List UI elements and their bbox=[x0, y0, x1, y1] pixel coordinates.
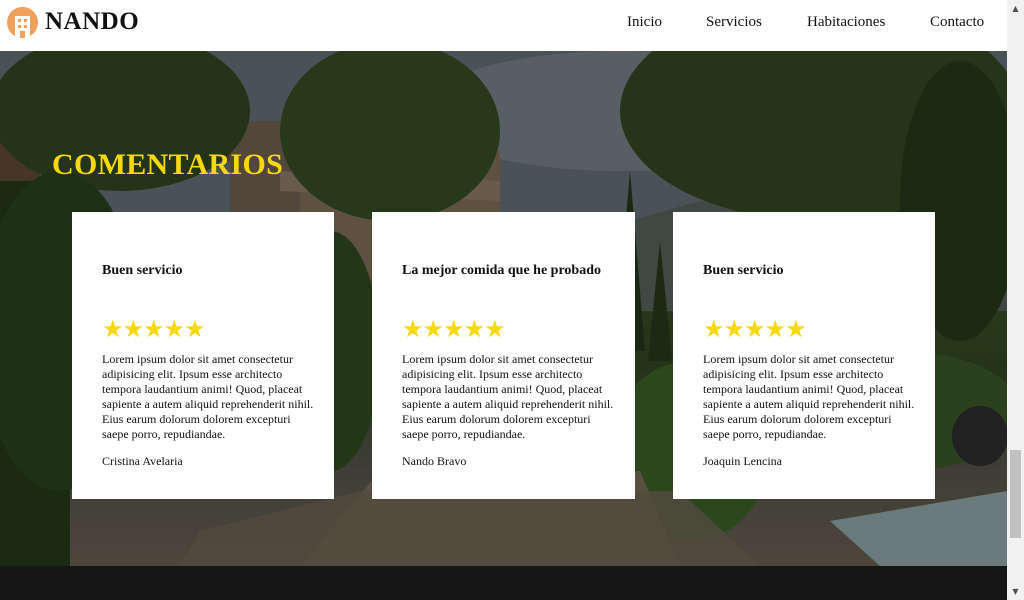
nav-servicios[interactable]: Servicios bbox=[706, 14, 762, 31]
comment-text: Lorem ipsum dolor sit amet consectetur a… bbox=[402, 352, 614, 441]
brand-name[interactable]: NANDO bbox=[45, 8, 139, 36]
comments-section: COMENTARIOS Buen servicio ★★★★★ Lorem ip… bbox=[0, 51, 1007, 566]
comment-title: La mejor comida que he probado bbox=[402, 263, 601, 278]
star-rating: ★★★★★ bbox=[102, 315, 206, 343]
comment-title: Buen servicio bbox=[102, 263, 183, 278]
scroll-down-arrow-icon[interactable]: ▼ bbox=[1007, 583, 1024, 600]
scroll-up-arrow-icon[interactable]: ▲ bbox=[1007, 0, 1024, 17]
comment-text: Lorem ipsum dolor sit amet consectetur a… bbox=[102, 352, 314, 441]
scrollbar-thumb[interactable] bbox=[1010, 450, 1021, 538]
comment-card: La mejor comida que he probado ★★★★★ Lor… bbox=[372, 212, 635, 499]
page-scrollbar[interactable]: ▲ ▼ bbox=[1007, 0, 1024, 600]
nav-habitaciones[interactable]: Habitaciones bbox=[807, 14, 885, 31]
comment-text: Lorem ipsum dolor sit amet consectetur a… bbox=[703, 352, 915, 441]
section-title: COMENTARIOS bbox=[52, 148, 284, 181]
star-rating: ★★★★★ bbox=[402, 315, 506, 343]
comment-card: Buen servicio ★★★★★ Lorem ipsum dolor si… bbox=[72, 212, 334, 499]
hotel-building-icon[interactable] bbox=[7, 7, 38, 38]
footer bbox=[0, 566, 1007, 600]
comment-card: Buen servicio ★★★★★ Lorem ipsum dolor si… bbox=[673, 212, 935, 499]
comment-author: Nando Bravo bbox=[402, 454, 467, 468]
nav-inicio[interactable]: Inicio bbox=[627, 14, 662, 31]
comment-author: Joaquin Lencina bbox=[703, 454, 782, 468]
comment-author: Cristina Avelaria bbox=[102, 454, 183, 468]
comment-title: Buen servicio bbox=[703, 263, 784, 278]
nav-contacto[interactable]: Contacto bbox=[930, 14, 984, 31]
star-rating: ★★★★★ bbox=[703, 315, 807, 343]
site-header: NANDO Inicio Servicios Habitaciones Cont… bbox=[0, 0, 1007, 51]
